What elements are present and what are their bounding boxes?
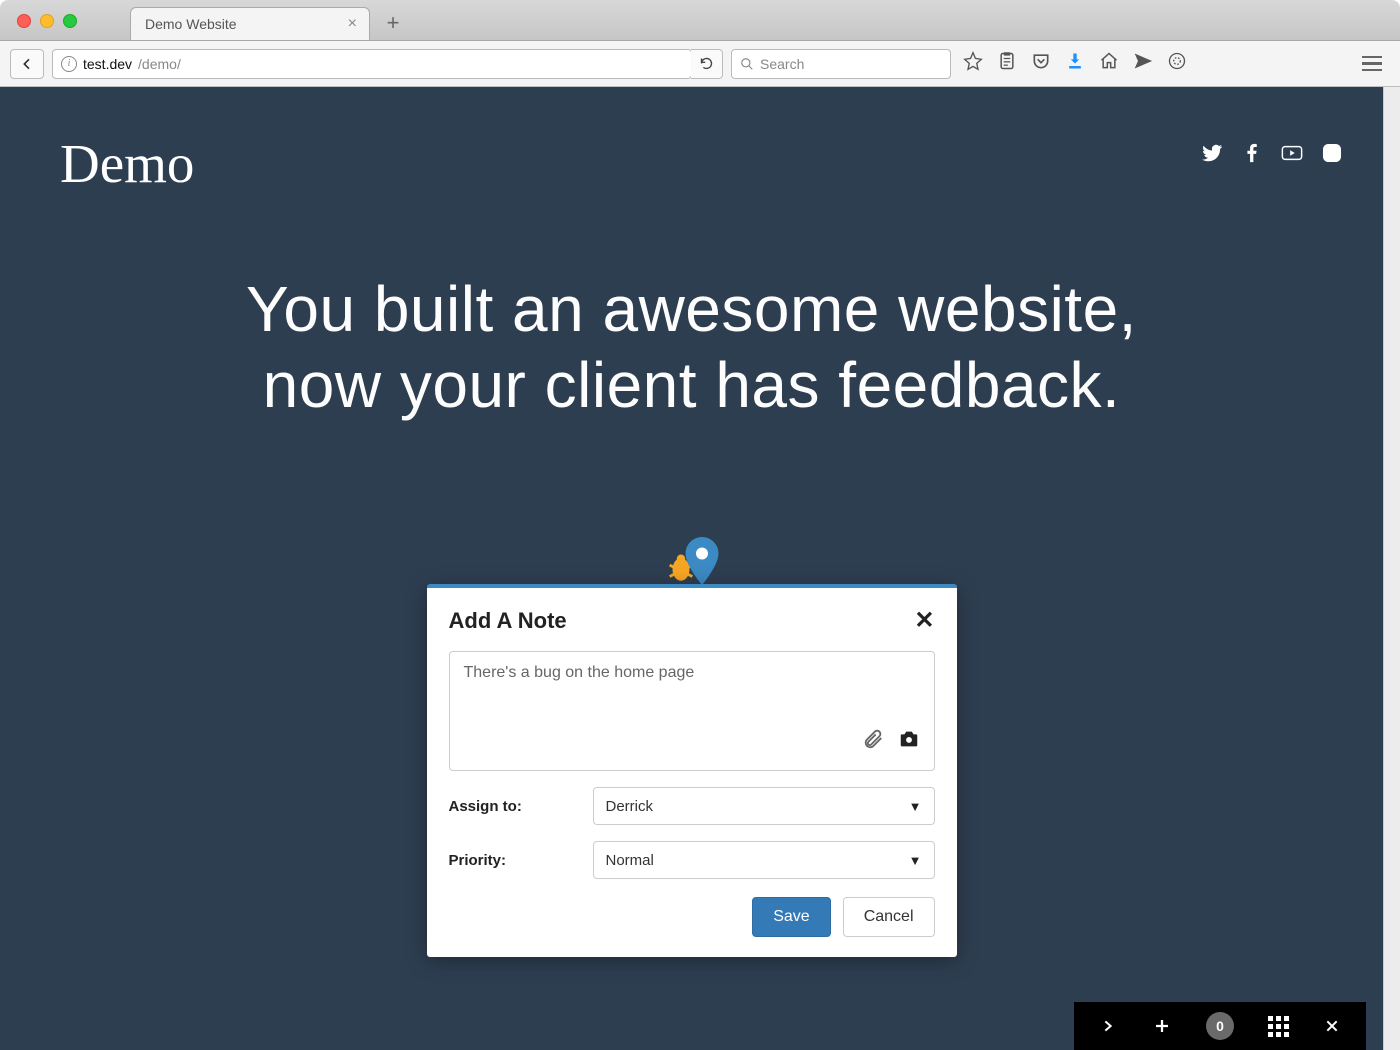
browser-tab-strip: Demo Website × + — [0, 0, 1400, 41]
window-close-button[interactable] — [17, 14, 31, 28]
extension-icon[interactable] — [1167, 51, 1187, 76]
hero-line-1: You built an awesome website, — [0, 272, 1383, 348]
modal-title: Add A Note — [449, 608, 567, 634]
instagram-icon[interactable] — [1321, 142, 1343, 169]
site-logo: Demo — [60, 132, 194, 195]
browser-tab[interactable]: Demo Website × — [130, 7, 370, 40]
menu-button[interactable] — [1354, 48, 1390, 80]
page-content: Demo You built an awesome website, now y… — [0, 87, 1383, 1050]
assign-value: Derrick — [606, 798, 654, 815]
new-tab-button[interactable]: + — [378, 8, 408, 38]
window-minimize-button[interactable] — [40, 14, 54, 28]
download-icon[interactable] — [1065, 51, 1085, 76]
hero-heading: You built an awesome website, now your c… — [0, 272, 1383, 423]
window-controls — [17, 14, 77, 28]
site-info-icon[interactable]: i — [61, 56, 77, 72]
youtube-icon[interactable] — [1281, 142, 1303, 169]
chevron-down-icon: ▼ — [909, 799, 922, 814]
url-bar[interactable]: i test.dev/demo/ — [52, 49, 692, 79]
send-icon[interactable] — [1133, 51, 1153, 76]
close-toolbar-button[interactable] — [1322, 1016, 1342, 1036]
priority-value: Normal — [606, 852, 654, 869]
camera-icon[interactable] — [898, 728, 920, 755]
facebook-icon[interactable] — [1241, 142, 1263, 169]
chevron-down-icon: ▼ — [909, 853, 922, 868]
url-host: test.dev — [83, 56, 132, 72]
back-button[interactable] — [10, 49, 44, 79]
clipboard-icon[interactable] — [997, 51, 1017, 76]
social-links — [1201, 142, 1343, 169]
pocket-icon[interactable] — [1031, 51, 1051, 76]
scrollbar[interactable] — [1383, 87, 1400, 1050]
tab-title: Demo Website — [145, 16, 237, 32]
feedback-toolbar: 0 — [1074, 1002, 1366, 1050]
save-button[interactable]: Save — [752, 897, 830, 937]
tab-close-icon[interactable]: × — [348, 15, 357, 33]
modal-close-button[interactable]: ✕ — [914, 606, 934, 635]
chevron-right-icon[interactable] — [1098, 1016, 1118, 1036]
bookmark-icon[interactable] — [963, 51, 983, 76]
reload-button[interactable] — [691, 49, 723, 79]
note-textarea[interactable]: There's a bug on the home page — [449, 651, 935, 771]
priority-select[interactable]: Normal ▼ — [593, 841, 935, 879]
assign-label: Assign to: — [449, 798, 579, 815]
search-placeholder: Search — [760, 56, 804, 72]
window-maximize-button[interactable] — [63, 14, 77, 28]
twitter-icon[interactable] — [1201, 142, 1223, 169]
url-path: /demo/ — [138, 56, 181, 72]
apps-icon[interactable] — [1268, 1016, 1288, 1036]
toolbar-icons — [963, 51, 1187, 76]
assign-select[interactable]: Derrick ▼ — [593, 787, 935, 825]
attachment-icon[interactable] — [862, 728, 884, 755]
priority-label: Priority: — [449, 852, 579, 869]
add-note-modal: Add A Note ✕ There's a bug on the home p… — [427, 584, 957, 957]
count-badge[interactable]: 0 — [1206, 1012, 1234, 1040]
home-icon[interactable] — [1099, 51, 1119, 76]
cancel-button[interactable]: Cancel — [843, 897, 935, 937]
search-bar[interactable]: Search — [731, 49, 951, 79]
browser-toolbar: i test.dev/demo/ Search — [0, 41, 1400, 87]
add-button[interactable] — [1152, 1016, 1172, 1036]
hero-line-2: now your client has feedback. — [0, 348, 1383, 424]
note-text: There's a bug on the home page — [464, 664, 695, 681]
